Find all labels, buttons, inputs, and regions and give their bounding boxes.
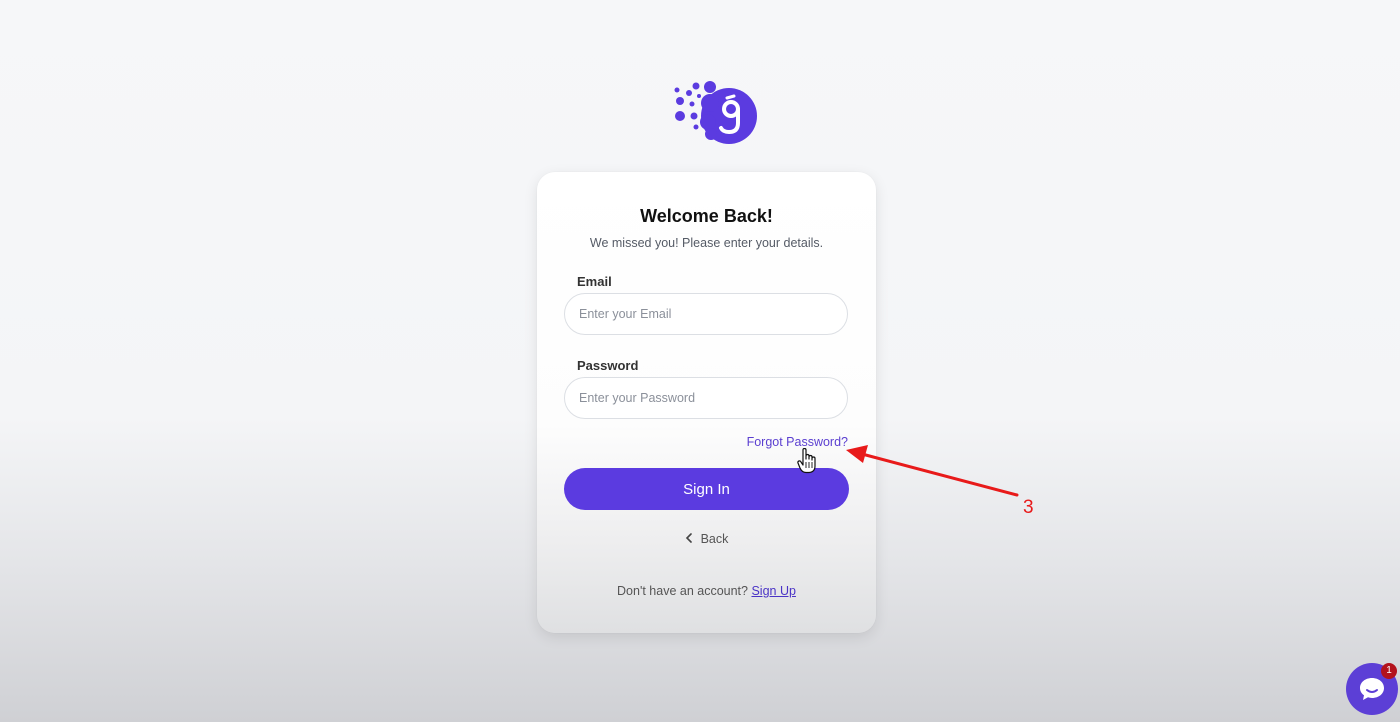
sign-up-link[interactable]: Sign Up: [751, 584, 795, 598]
email-label: Email: [577, 274, 612, 289]
annotation-number: 3: [1023, 497, 1034, 518]
red-arrow-icon: [840, 440, 1025, 500]
forgot-password-link[interactable]: Forgot Password?: [747, 435, 848, 449]
chat-notification-badge: 1: [1381, 663, 1397, 679]
chat-bubble-icon: [1360, 678, 1384, 700]
signup-prompt: Don't have an account?: [617, 584, 748, 598]
chevron-left-icon: [685, 532, 693, 546]
signup-prompt-line: Don't have an account? Sign Up: [537, 584, 876, 598]
password-field[interactable]: [564, 377, 848, 419]
hand-pointer-icon: [797, 447, 819, 474]
page-subtitle: We missed you! Please enter your details…: [589, 236, 824, 250]
brand-logo-icon: [668, 76, 762, 150]
password-label: Password: [577, 358, 639, 373]
sign-in-button[interactable]: Sign In: [564, 468, 849, 510]
page-title: Welcome Back!: [640, 206, 773, 226]
back-label: Back: [700, 532, 729, 546]
email-field[interactable]: [564, 293, 848, 335]
login-card: Welcome Back! We missed you! Please ente…: [537, 172, 876, 633]
back-button[interactable]: Back: [537, 532, 876, 546]
